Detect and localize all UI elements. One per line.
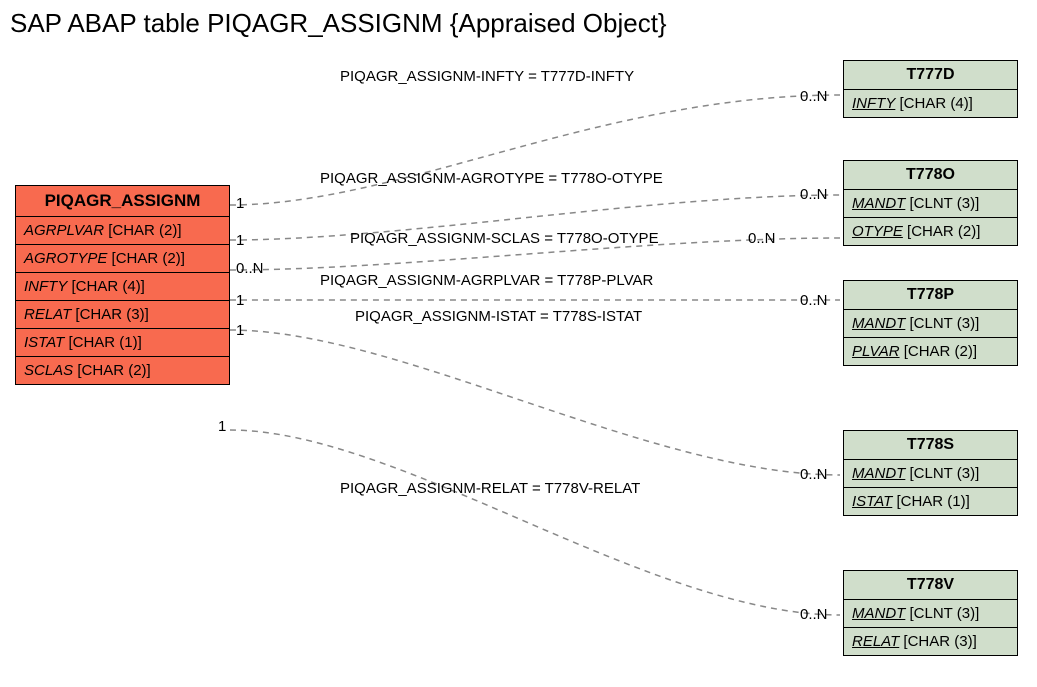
field-type: [CHAR (2)] bbox=[77, 362, 150, 379]
entity-field: AGRPLVAR [CHAR (2)] bbox=[16, 217, 229, 245]
cardinality: 0..N bbox=[800, 186, 828, 203]
entity-header: T778O bbox=[844, 161, 1017, 190]
entity-header: T778S bbox=[844, 431, 1017, 460]
entity-field: MANDT [CLNT (3)] bbox=[844, 460, 1017, 488]
field-type: [CLNT (3)] bbox=[910, 465, 980, 482]
entity-field: OTYPE [CHAR (2)] bbox=[844, 218, 1017, 245]
field-name: SCLAS bbox=[24, 362, 73, 379]
entity-field: MANDT [CLNT (3)] bbox=[844, 600, 1017, 628]
field-type: [CHAR (4)] bbox=[72, 278, 145, 295]
field-name: MANDT bbox=[852, 195, 905, 212]
cardinality: 0..N bbox=[800, 292, 828, 309]
entity-field: ISTAT [CHAR (1)] bbox=[844, 488, 1017, 515]
entity-header: T778V bbox=[844, 571, 1017, 600]
entity-t778p: T778P MANDT [CLNT (3)] PLVAR [CHAR (2)] bbox=[843, 280, 1018, 366]
field-type: [CLNT (3)] bbox=[910, 195, 980, 212]
field-type: [CHAR (1)] bbox=[68, 334, 141, 351]
field-name: RELAT bbox=[24, 306, 71, 323]
field-name: PLVAR bbox=[852, 343, 900, 360]
field-name: OTYPE bbox=[852, 223, 903, 240]
entity-field: INFTY [CHAR (4)] bbox=[16, 273, 229, 301]
relation-label: PIQAGR_ASSIGNM-AGROTYPE = T778O-OTYPE bbox=[320, 170, 663, 187]
field-name: RELAT bbox=[852, 633, 899, 650]
field-type: [CHAR (3)] bbox=[75, 306, 148, 323]
field-type: [CHAR (4)] bbox=[900, 95, 973, 112]
entity-field: SCLAS [CHAR (2)] bbox=[16, 357, 229, 384]
field-name: AGRPLVAR bbox=[24, 222, 104, 239]
cardinality: 0..N bbox=[236, 260, 264, 277]
cardinality: 0..N bbox=[748, 230, 776, 247]
relation-label: PIQAGR_ASSIGNM-INFTY = T777D-INFTY bbox=[340, 68, 634, 85]
field-name: MANDT bbox=[852, 315, 905, 332]
cardinality: 0..N bbox=[800, 606, 828, 623]
field-type: [CLNT (3)] bbox=[910, 605, 980, 622]
entity-t777d: T777D INFTY [CHAR (4)] bbox=[843, 60, 1018, 118]
entity-field: PLVAR [CHAR (2)] bbox=[844, 338, 1017, 365]
entity-t778s: T778S MANDT [CLNT (3)] ISTAT [CHAR (1)] bbox=[843, 430, 1018, 516]
entity-piqagr-assignm: PIQAGR_ASSIGNM AGRPLVAR [CHAR (2)] AGROT… bbox=[15, 185, 230, 385]
entity-field: MANDT [CLNT (3)] bbox=[844, 310, 1017, 338]
cardinality: 1 bbox=[236, 292, 244, 309]
cardinality: 0..N bbox=[800, 466, 828, 483]
entity-field: RELAT [CHAR (3)] bbox=[844, 628, 1017, 655]
relation-label: PIQAGR_ASSIGNM-RELAT = T778V-RELAT bbox=[340, 480, 640, 497]
field-name: INFTY bbox=[852, 95, 895, 112]
entity-header: T778P bbox=[844, 281, 1017, 310]
cardinality: 0..N bbox=[800, 88, 828, 105]
cardinality: 1 bbox=[236, 195, 244, 212]
entity-t778o: T778O MANDT [CLNT (3)] OTYPE [CHAR (2)] bbox=[843, 160, 1018, 246]
entity-field: INFTY [CHAR (4)] bbox=[844, 90, 1017, 117]
relation-label: PIQAGR_ASSIGNM-ISTAT = T778S-ISTAT bbox=[355, 308, 642, 325]
entity-t778v: T778V MANDT [CLNT (3)] RELAT [CHAR (3)] bbox=[843, 570, 1018, 656]
entity-field: RELAT [CHAR (3)] bbox=[16, 301, 229, 329]
field-name: MANDT bbox=[852, 465, 905, 482]
field-name: AGROTYPE bbox=[24, 250, 107, 267]
entity-header: T777D bbox=[844, 61, 1017, 90]
entity-field: ISTAT [CHAR (1)] bbox=[16, 329, 229, 357]
diagram-title: SAP ABAP table PIQAGR_ASSIGNM {Appraised… bbox=[10, 8, 667, 39]
field-type: [CHAR (2)] bbox=[904, 343, 977, 360]
entity-field: AGROTYPE [CHAR (2)] bbox=[16, 245, 229, 273]
field-type: [CHAR (2)] bbox=[108, 222, 181, 239]
entity-field: MANDT [CLNT (3)] bbox=[844, 190, 1017, 218]
field-name: MANDT bbox=[852, 605, 905, 622]
field-name: ISTAT bbox=[852, 493, 892, 510]
cardinality: 1 bbox=[218, 418, 226, 435]
field-type: [CHAR (2)] bbox=[907, 223, 980, 240]
field-name: INFTY bbox=[24, 278, 67, 295]
cardinality: 1 bbox=[236, 322, 244, 339]
cardinality: 1 bbox=[236, 232, 244, 249]
field-name: ISTAT bbox=[24, 334, 64, 351]
field-type: [CLNT (3)] bbox=[910, 315, 980, 332]
field-type: [CHAR (2)] bbox=[112, 250, 185, 267]
entity-header: PIQAGR_ASSIGNM bbox=[16, 186, 229, 217]
relation-label: PIQAGR_ASSIGNM-SCLAS = T778O-OTYPE bbox=[350, 230, 659, 247]
field-type: [CHAR (1)] bbox=[896, 493, 969, 510]
relation-label: PIQAGR_ASSIGNM-AGRPLVAR = T778P-PLVAR bbox=[320, 272, 653, 289]
field-type: [CHAR (3)] bbox=[903, 633, 976, 650]
